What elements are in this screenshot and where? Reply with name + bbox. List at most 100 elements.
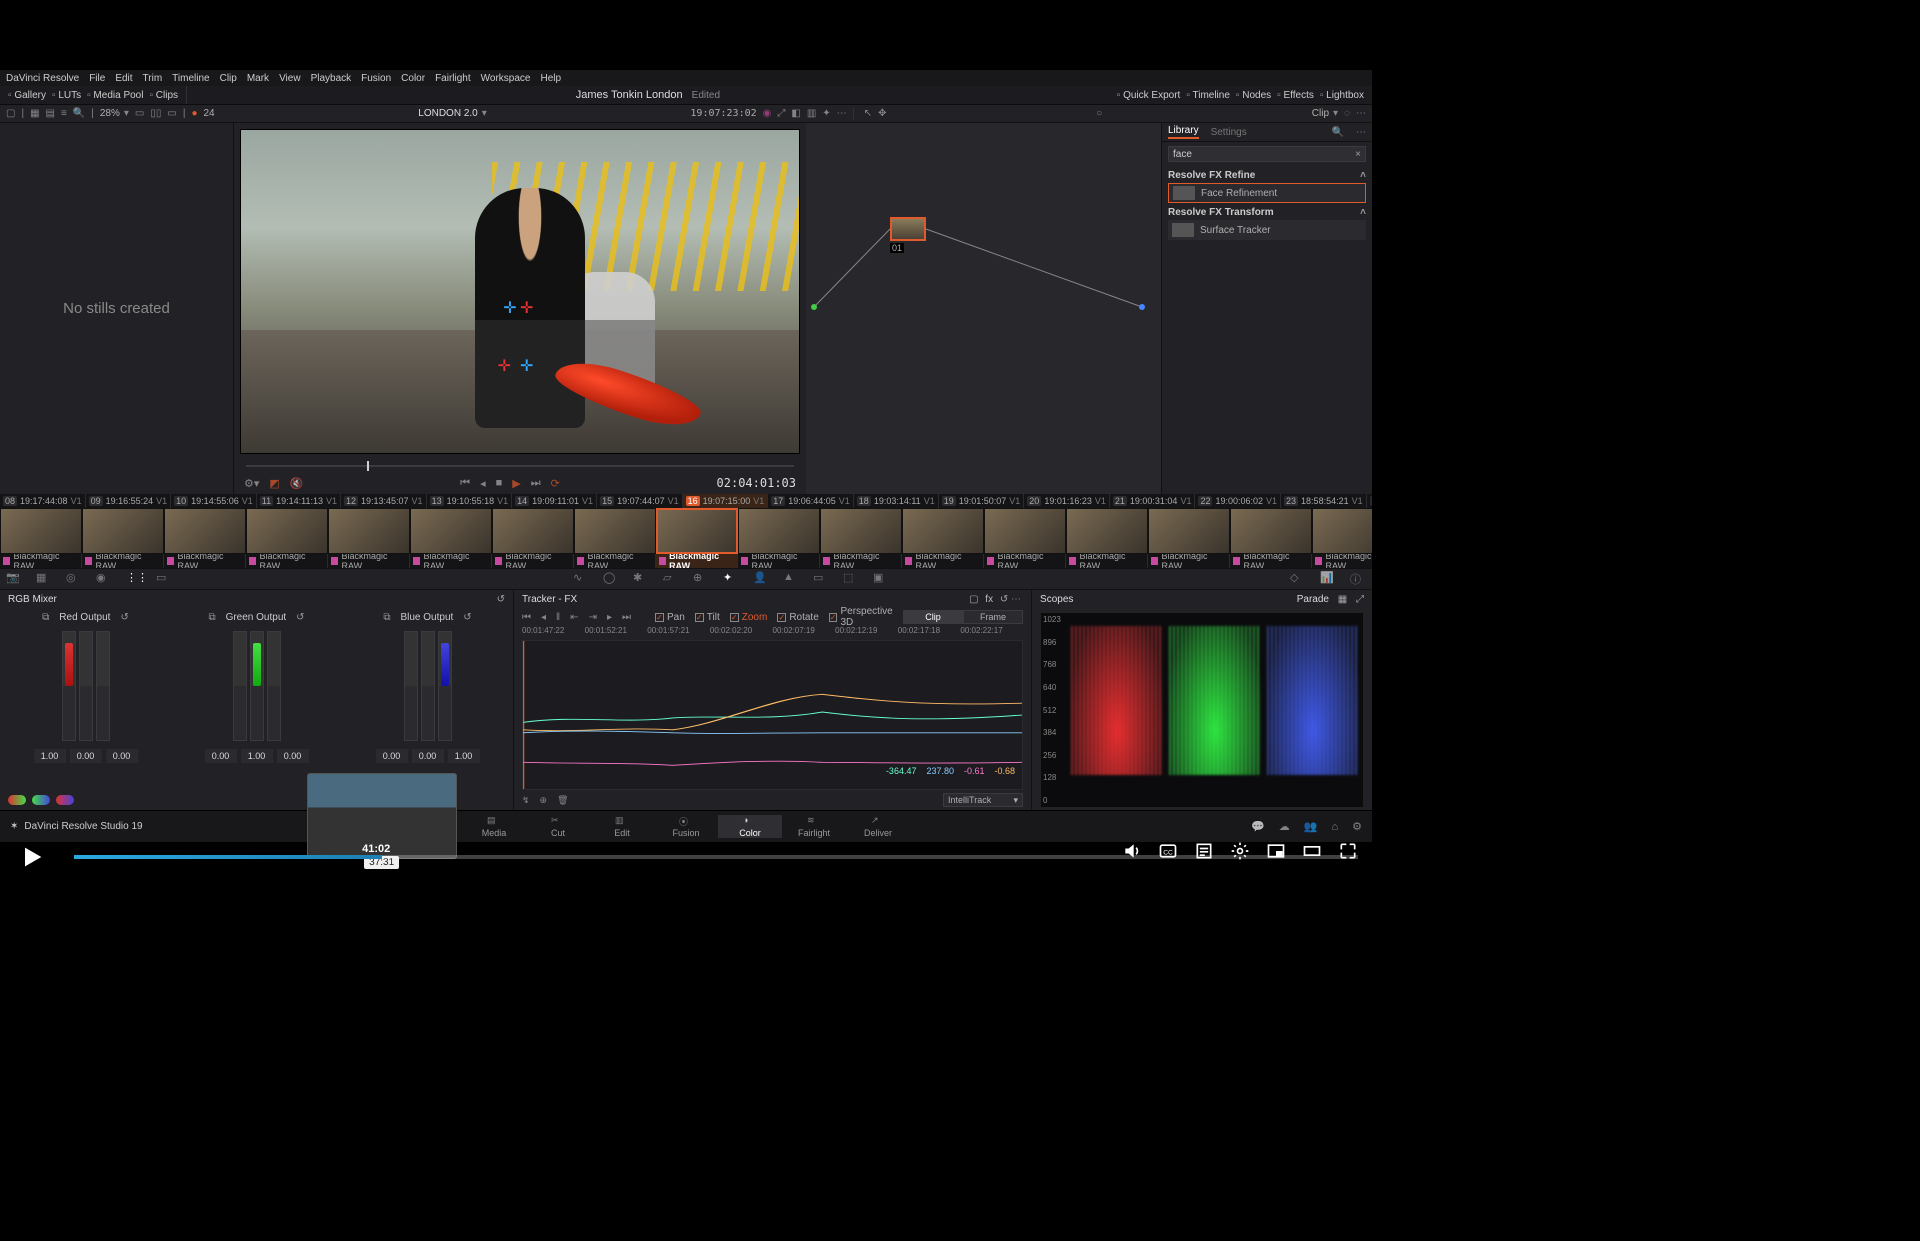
- bypass-grades-icon[interactable]: ◩: [269, 477, 279, 490]
- loop-options-icon[interactable]: ⚙▾: [244, 477, 259, 490]
- key-icon[interactable]: ▭: [813, 571, 829, 587]
- track-forward-icon[interactable]: ▸: [607, 612, 612, 623]
- corrector-node-01[interactable]: [890, 217, 926, 241]
- clip-header[interactable]: 1719:06:44:05V1: [768, 494, 854, 508]
- mixer-slider[interactable]: [62, 631, 76, 741]
- timeline-name-dropdown[interactable]: LONDON 2.0: [418, 108, 487, 119]
- menu-fusion[interactable]: Fusion: [361, 73, 391, 84]
- gallery-panel[interactable]: No stills created: [0, 123, 234, 494]
- chat-icon[interactable]: 💬: [1251, 820, 1265, 833]
- nodes-button[interactable]: ▫ Nodes: [1236, 90, 1271, 101]
- scopes-icon[interactable]: 📊: [1320, 571, 1336, 587]
- luts-button[interactable]: ▫ LUTs: [52, 90, 81, 101]
- wipe-icon[interactable]: ◧: [791, 108, 800, 119]
- clip-thumbnail[interactable]: [820, 508, 902, 554]
- hand-icon[interactable]: ✥: [878, 108, 886, 119]
- tracker-mode-dropdown[interactable]: IntelliTrack ▾: [943, 793, 1023, 807]
- track-pause-icon[interactable]: ‖: [556, 612, 560, 623]
- tracker-option-perspective-3d[interactable]: Perspective 3D: [829, 606, 893, 628]
- expand-icon[interactable]: ⤢: [777, 108, 785, 119]
- tracker-option-pan[interactable]: Pan: [655, 606, 685, 628]
- miniplayer-icon[interactable]: [1266, 841, 1286, 861]
- fx-icon[interactable]: fx: [985, 594, 993, 605]
- clip-header[interactable]: 2418:58:17:20V1: [1367, 494, 1372, 508]
- collab-icon[interactable]: 👥: [1304, 820, 1318, 833]
- swap-gb-icon[interactable]: [32, 795, 50, 805]
- effects-button[interactable]: ▫ Effects: [1277, 90, 1314, 101]
- tab-library[interactable]: Library: [1168, 125, 1199, 139]
- more-icon[interactable]: ⋯: [1011, 594, 1023, 605]
- mixer-slider[interactable]: [233, 631, 247, 741]
- clip-thumbnail[interactable]: [656, 508, 738, 554]
- home-icon[interactable]: ⌂: [1331, 821, 1338, 833]
- mute-audio-icon[interactable]: 🔇: [290, 477, 304, 490]
- mixer-slider[interactable]: [250, 631, 264, 741]
- mixer-value[interactable]: 1.00: [34, 749, 66, 763]
- tracker-option-zoom[interactable]: Zoom: [730, 606, 768, 628]
- tracker-point-icon[interactable]: ✛: [503, 298, 516, 318]
- clip-header[interactable]: 1819:03:14:11V1: [854, 494, 939, 508]
- viewer-canvas[interactable]: ✛ ✛ ✛ ✛: [240, 129, 800, 454]
- clip-header[interactable]: 0819:17:44:08V1: [0, 494, 86, 508]
- delete-point-icon[interactable]: 🗑: [557, 795, 568, 806]
- menu-view[interactable]: View: [279, 73, 301, 84]
- more-icon[interactable]: ⋯: [837, 108, 847, 119]
- clip-header[interactable]: 2318:58:54:21V1: [1281, 494, 1367, 508]
- menu-fairlight[interactable]: Fairlight: [435, 73, 471, 84]
- cinema-viewer-icon[interactable]: ▭: [167, 108, 176, 119]
- sizing-icon[interactable]: ⬚: [843, 571, 859, 587]
- transcript-icon[interactable]: [1194, 841, 1214, 861]
- menu-clip[interactable]: Clip: [220, 73, 237, 84]
- page-fusion[interactable]: ⦿Fusion: [654, 815, 718, 838]
- color-wheels-icon[interactable]: ◎: [66, 571, 82, 587]
- clip-thumbnail[interactable]: [1230, 508, 1312, 554]
- page-cut[interactable]: ✂Cut: [526, 815, 590, 838]
- keyframes-icon[interactable]: ◇: [1290, 571, 1306, 587]
- menu-workspace[interactable]: Workspace: [481, 73, 531, 84]
- clip-header[interactable]: 2219:00:06:02V1: [1195, 494, 1281, 508]
- hdr-wheels-icon[interactable]: ◉: [96, 571, 112, 587]
- menu-file[interactable]: File: [89, 73, 105, 84]
- clip-header[interactable]: 1219:13:45:07V1: [341, 494, 427, 508]
- fx-category-header[interactable]: Resolve FX Refine˄: [1168, 170, 1366, 181]
- viewer-scrubber[interactable]: [246, 460, 794, 472]
- clip-thumbnail[interactable]: [1148, 508, 1230, 554]
- mixer-value[interactable]: 0.00: [376, 749, 408, 763]
- more-icon[interactable]: ⋯: [1356, 127, 1366, 138]
- clips-button[interactable]: ▫ Clips: [149, 90, 178, 101]
- curves-icon[interactable]: ∿: [573, 571, 589, 587]
- window-icon[interactable]: ▢: [969, 594, 978, 605]
- timeline-button[interactable]: ▫ Timeline: [1186, 90, 1230, 101]
- scope-mode-dropdown[interactable]: Parade: [1297, 594, 1329, 605]
- menu-help[interactable]: Help: [540, 73, 561, 84]
- reset-icon[interactable]: ↺: [120, 612, 128, 623]
- clip-source-dropdown[interactable]: Clip: [1312, 108, 1338, 119]
- gallery-button[interactable]: ▫ Gallery: [8, 90, 46, 101]
- tracker-point-icon[interactable]: ✛: [520, 356, 533, 376]
- link-icon[interactable]: ⧉: [208, 612, 215, 623]
- mixer-slider[interactable]: [438, 631, 452, 741]
- swap-rb-icon[interactable]: [56, 795, 74, 805]
- menu-color[interactable]: Color: [401, 73, 425, 84]
- clip-thumbnail[interactable]: [0, 508, 82, 554]
- track-last-icon[interactable]: ⏭: [622, 612, 631, 623]
- mixer-value[interactable]: 0.00: [412, 749, 444, 763]
- go-first-icon[interactable]: ⏮: [460, 477, 470, 490]
- step-back-icon[interactable]: ◂: [480, 477, 486, 490]
- window-icon[interactable]: ▱: [663, 571, 679, 587]
- fullscreen-icon[interactable]: [1338, 841, 1358, 861]
- link-icon[interactable]: ⧉: [42, 612, 49, 623]
- rgb-mixer-icon[interactable]: ⋮⋮: [126, 571, 142, 587]
- mixer-value[interactable]: 0.00: [106, 749, 138, 763]
- track-stepback-icon[interactable]: ⇤: [570, 612, 578, 623]
- library-search-input[interactable]: face ×: [1168, 146, 1366, 162]
- info-icon[interactable]: ⓘ: [1350, 571, 1366, 587]
- mixer-value[interactable]: 0.00: [277, 749, 309, 763]
- qualifier-icon[interactable]: ✱: [633, 571, 649, 587]
- fx-category-header[interactable]: Resolve FX Transform˄: [1168, 207, 1366, 218]
- volume-icon[interactable]: [1122, 841, 1142, 861]
- search-icon[interactable]: 🔍: [73, 108, 85, 119]
- track-reverse-icon[interactable]: ◂: [541, 612, 546, 623]
- tracking-icon[interactable]: ⊕: [693, 571, 709, 587]
- clip-header[interactable]: 1519:07:44:07V1: [597, 494, 683, 508]
